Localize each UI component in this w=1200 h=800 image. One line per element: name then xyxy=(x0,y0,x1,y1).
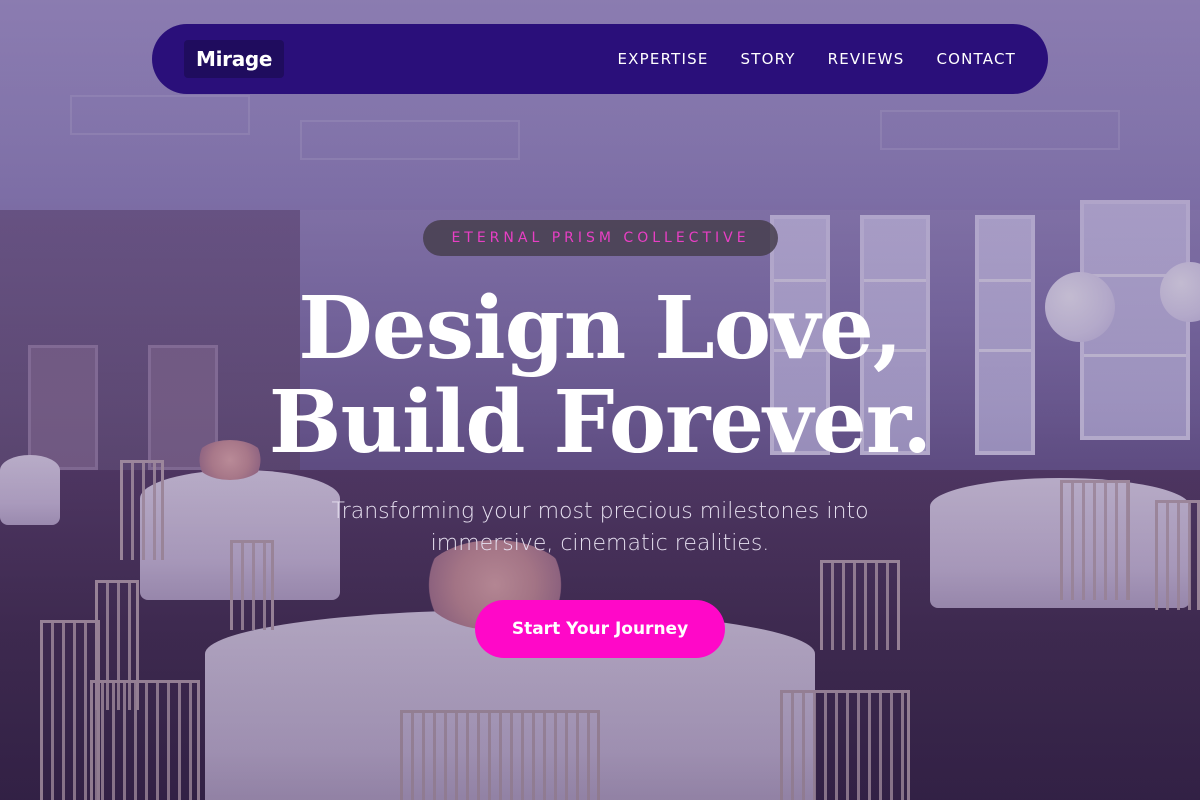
hero-subtitle: Transforming your most precious mileston… xyxy=(331,499,869,556)
headline-line-1: Design Love, xyxy=(298,278,902,379)
headline-line-2: Build Forever. xyxy=(268,372,932,473)
hero-headline: Design Love, Build Forever. xyxy=(0,282,1200,470)
tagline-badge: ETERNAL PRISM COLLECTIVE xyxy=(423,220,778,256)
start-journey-button[interactable]: Start Your Journey xyxy=(475,600,725,658)
hero-section: ETERNAL PRISM COLLECTIVE Design Love, Bu… xyxy=(0,0,1200,800)
